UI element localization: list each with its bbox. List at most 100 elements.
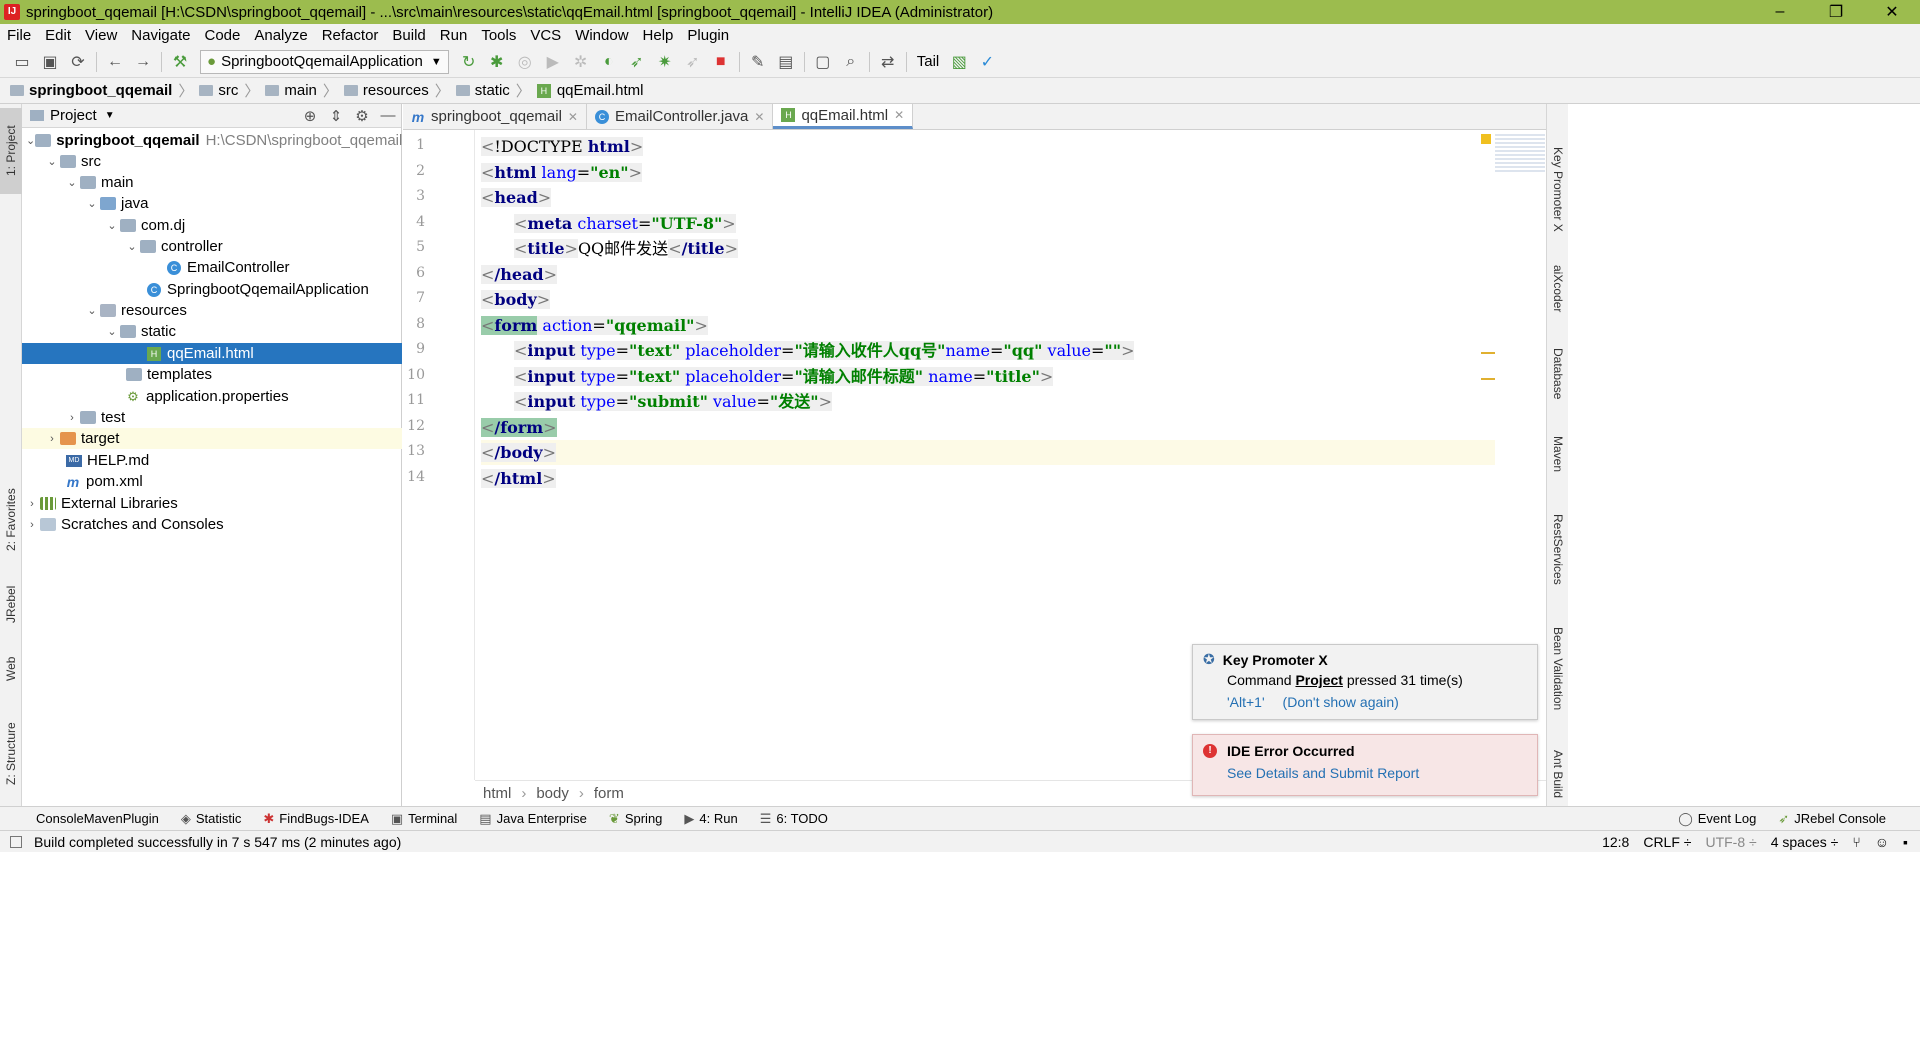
tree-node-qqemail-html[interactable]: HqqEmail.html: [22, 343, 402, 364]
tool-tab-spring[interactable]: ❦ Spring: [609, 811, 662, 827]
tree-node-controller[interactable]: ⌄ controller: [22, 236, 402, 257]
expanded-arrow-icon[interactable]: ⌄: [124, 240, 140, 253]
save-icon[interactable]: ▣: [36, 50, 64, 74]
forward-icon[interactable]: →: [129, 50, 157, 74]
menu-window[interactable]: Window: [575, 27, 628, 44]
menu-code[interactable]: Code: [204, 27, 240, 44]
tree-node-application-properties[interactable]: ⚙ application.properties: [22, 386, 402, 407]
tool-tab-database[interactable]: Database: [1547, 344, 1569, 404]
breadcrumb-item[interactable]: form: [594, 785, 624, 802]
menu-plugin[interactable]: Plugin: [687, 27, 729, 44]
menu-tools[interactable]: Tools: [481, 27, 516, 44]
tool-tab-todo[interactable]: ☰ 6: TODO: [760, 811, 828, 827]
settings-wrench-icon[interactable]: ✎: [744, 50, 772, 74]
nav-crumb-src[interactable]: src: [199, 82, 238, 99]
tree-node-com-dj[interactable]: ⌄ com.dj: [22, 215, 402, 236]
expanded-arrow-icon[interactable]: ⌄: [84, 304, 100, 317]
tool-tab-maven[interactable]: Maven: [1547, 434, 1569, 474]
tool-tab-event-log[interactable]: ◯ Event Log: [1678, 811, 1756, 827]
debug-icon[interactable]: ✲: [567, 50, 595, 74]
project-structure-icon[interactable]: ▤: [772, 50, 800, 74]
close-tab-icon[interactable]: ✕: [894, 108, 904, 122]
tree-node-scratches[interactable]: › Scratches and Consoles: [22, 514, 402, 535]
nav-crumb-file[interactable]: HqqEmail.html: [536, 82, 644, 99]
breadcrumb-item[interactable]: html: [483, 785, 511, 802]
tool-tab-project[interactable]: 1: Project: [0, 108, 22, 194]
debug-bug-icon[interactable]: ✱: [483, 50, 511, 74]
profile-icon[interactable]: ◐: [595, 50, 623, 74]
tool-tab-run[interactable]: ▶ 4: Run: [684, 811, 737, 827]
warning-marker[interactable]: [1481, 378, 1495, 380]
nav-crumb-main[interactable]: main: [265, 82, 317, 99]
rerun-icon[interactable]: ↻: [455, 50, 483, 74]
caret-position[interactable]: 12:8: [1602, 834, 1629, 850]
tree-node-application-class[interactable]: C SpringbootQqemailApplication: [22, 279, 402, 300]
tool-tab-terminal[interactable]: ▣ Terminal: [391, 811, 457, 827]
search-icon[interactable]: ⌕: [837, 50, 865, 74]
inspector-icon[interactable]: ☺: [1875, 834, 1889, 850]
menu-analyze[interactable]: Analyze: [254, 27, 307, 44]
indent-setting[interactable]: 4 spaces ÷: [1771, 834, 1839, 850]
expanded-arrow-icon[interactable]: ⌄: [26, 134, 35, 147]
notifications-icon[interactable]: ▪: [1903, 834, 1908, 850]
menu-run[interactable]: Run: [440, 27, 468, 44]
tree-node-main[interactable]: ⌄ main: [22, 172, 402, 193]
project-view-selector[interactable]: Project: [50, 107, 97, 124]
status-message[interactable]: Build completed successfully in 7 s 547 …: [34, 834, 401, 850]
tree-node-target[interactable]: › target: [22, 428, 402, 449]
tree-node-static[interactable]: ⌄ static: [22, 321, 402, 342]
tool-tab-structure[interactable]: Z: Structure: [0, 708, 22, 800]
tree-node-pom-xml[interactable]: m pom.xml: [22, 471, 402, 492]
line-separator[interactable]: CRLF ÷: [1643, 834, 1691, 850]
analysis-status-icon[interactable]: [1481, 134, 1491, 144]
open-folder-icon[interactable]: ▭: [8, 50, 36, 74]
tool-tab-key-promoter[interactable]: Key Promoter X: [1547, 134, 1569, 244]
build-hammer-icon[interactable]: ⚒: [166, 50, 194, 74]
jrebel-update-icon[interactable]: ➶: [679, 50, 707, 74]
expanded-arrow-icon[interactable]: ⌄: [44, 155, 60, 168]
tree-node-emailcontroller[interactable]: C EmailController: [22, 257, 402, 278]
file-encoding[interactable]: UTF-8 ÷: [1705, 834, 1756, 850]
menu-refactor[interactable]: Refactor: [322, 27, 379, 44]
coverage-icon[interactable]: ◎: [511, 50, 539, 74]
tree-node-src[interactable]: ⌄ src: [22, 151, 402, 172]
collapsed-arrow-icon[interactable]: ›: [64, 412, 80, 424]
tool-tab-console-maven[interactable]: ConsoleMavenPlugin: [36, 811, 159, 826]
tree-node-help-md[interactable]: MD HELP.md: [22, 450, 402, 471]
tree-node-test[interactable]: › test: [22, 407, 402, 428]
tool-tab-web[interactable]: Web: [0, 644, 22, 694]
menu-navigate[interactable]: Navigate: [131, 27, 190, 44]
menu-edit[interactable]: Edit: [45, 27, 71, 44]
tab-qqemail-html[interactable]: HqqEmail.html ✕: [773, 104, 914, 129]
minimize-icon[interactable]: –: [1752, 3, 1808, 21]
translate-icon[interactable]: ⇄: [874, 50, 902, 74]
expanded-arrow-icon[interactable]: ⌄: [104, 219, 120, 232]
gear-icon[interactable]: ⚙: [349, 107, 375, 125]
dont-show-again-link[interactable]: (Don't show again): [1283, 694, 1399, 710]
locate-icon[interactable]: ⊕: [297, 107, 323, 125]
hide-icon[interactable]: —: [375, 107, 401, 125]
sync-icon[interactable]: ⟳: [64, 50, 92, 74]
tool-tab-statistic[interactable]: ◈ Statistic: [181, 811, 242, 827]
run-config-selector[interactable]: ● SpringbootQqemailApplication ▼: [200, 49, 449, 74]
code-minimap[interactable]: [1495, 134, 1545, 174]
shortcut-link[interactable]: 'Alt+1': [1227, 694, 1265, 710]
collapse-all-icon[interactable]: ⇕: [323, 107, 349, 125]
tree-node-external-libraries[interactable]: › External Libraries: [22, 493, 402, 514]
jrebel-debug-icon[interactable]: ✷: [651, 50, 679, 74]
close-tab-icon[interactable]: ✕: [754, 110, 764, 124]
menu-file[interactable]: File: [7, 27, 31, 44]
warning-marker[interactable]: [1481, 352, 1495, 354]
git-icon[interactable]: ⑂: [1852, 834, 1860, 850]
expanded-arrow-icon[interactable]: ⌄: [104, 325, 120, 338]
menu-build[interactable]: Build: [392, 27, 425, 44]
menu-view[interactable]: View: [85, 27, 117, 44]
menu-help[interactable]: Help: [643, 27, 674, 44]
tool-tab-ant-build[interactable]: Ant Build: [1547, 744, 1569, 804]
tool-tab-rest-services[interactable]: RestServices: [1547, 514, 1569, 585]
chevron-down-icon[interactable]: ▼: [105, 110, 115, 121]
collapsed-arrow-icon[interactable]: ›: [44, 433, 60, 445]
run-icon[interactable]: ▶: [539, 50, 567, 74]
tool-tab-aixcoder[interactable]: aiXcoder: [1547, 264, 1569, 314]
terminal-icon[interactable]: ▢: [809, 50, 837, 74]
